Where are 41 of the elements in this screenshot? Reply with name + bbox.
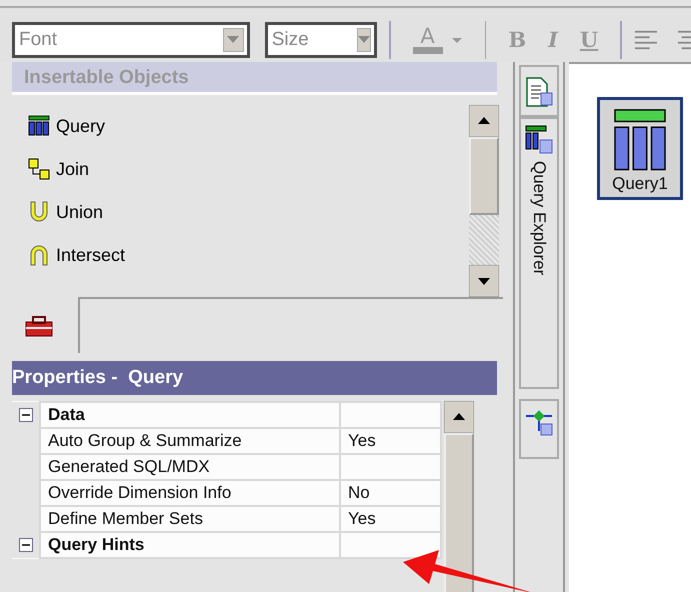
property-value: Yes bbox=[340, 506, 441, 532]
scroll-down-icon[interactable] bbox=[469, 264, 499, 297]
node-label: Query1 bbox=[612, 173, 668, 196]
panel-title: Insertable Objects bbox=[12, 62, 497, 95]
object-item[interactable]: Intersect bbox=[28, 234, 126, 277]
combo-box[interactable]: Size bbox=[264, 22, 377, 58]
object-item[interactable]: Union bbox=[28, 190, 104, 234]
dropdown-arrow-icon bbox=[227, 36, 240, 44]
query-node[interactable]: Query1 bbox=[597, 96, 683, 200]
object-item[interactable]: Join bbox=[28, 148, 90, 191]
query-icon bbox=[612, 108, 668, 172]
property-name: Auto Group & Summarize bbox=[40, 428, 340, 454]
side-tab[interactable] bbox=[519, 64, 559, 117]
scroll-up-icon[interactable] bbox=[444, 400, 474, 433]
align-left-icon[interactable] bbox=[634, 28, 658, 51]
property-name: Define Member Sets bbox=[40, 506, 340, 532]
group-name: Data bbox=[40, 402, 340, 428]
align-center-icon[interactable] bbox=[678, 28, 691, 51]
side-tab[interactable] bbox=[519, 398, 559, 459]
document-icon bbox=[525, 76, 553, 107]
scroll-up-icon[interactable] bbox=[469, 104, 499, 137]
collapse-icon[interactable] bbox=[18, 538, 32, 552]
tab-label: Query Explorer bbox=[528, 160, 550, 276]
side-tab[interactable]: Query Explorer bbox=[519, 116, 559, 389]
union-icon bbox=[28, 201, 50, 224]
join-icon bbox=[28, 158, 50, 180]
panel-title: Properties - Query bbox=[12, 360, 497, 395]
dropdown-arrow-icon bbox=[358, 36, 370, 44]
property-value: No bbox=[340, 480, 441, 506]
dropdown-button[interactable] bbox=[356, 28, 371, 52]
group-name: Query Hints bbox=[40, 532, 340, 558]
collapse-icon[interactable] bbox=[18, 408, 32, 422]
property-name: Override Dimension Info bbox=[40, 480, 340, 506]
combo-box[interactable]: Font bbox=[12, 22, 250, 58]
intersect-icon bbox=[28, 244, 50, 266]
query-explorer-icon bbox=[525, 124, 553, 155]
property-name: Generated SQL/MDX bbox=[40, 454, 340, 480]
object-item[interactable]: Query bbox=[28, 104, 106, 148]
query-icon bbox=[28, 115, 50, 138]
dropdown-button[interactable] bbox=[222, 28, 244, 52]
property-value: Yes bbox=[340, 428, 441, 454]
